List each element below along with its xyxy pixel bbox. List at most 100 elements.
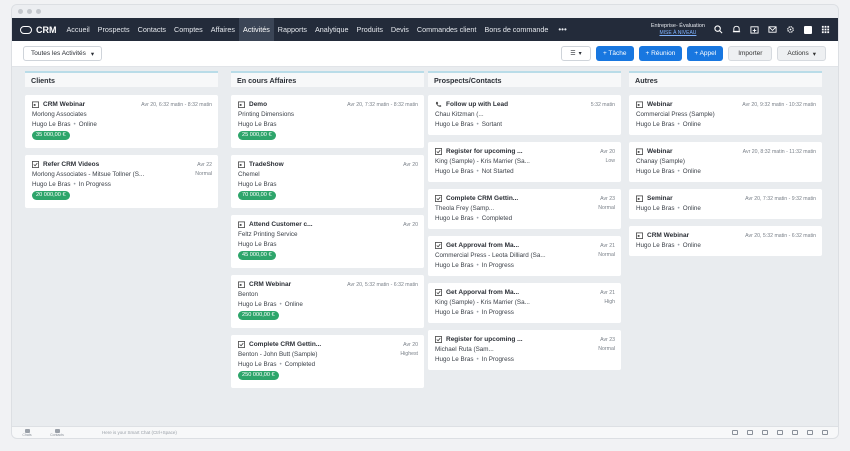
sort-filter-button[interactable]: ☰ ▾ (560, 46, 591, 61)
activity-card[interactable]: Seminar Avr 20, 7:32 matin - 9:32 matin Hu… (629, 189, 822, 219)
nav-tab-commandes-client[interactable]: Commandes client (413, 18, 481, 41)
view-selector[interactable]: Toutes les Activités ▾ (23, 46, 103, 61)
nav-tab-accueil[interactable]: Accueil (63, 18, 94, 41)
nav-tab-comptes[interactable]: Comptes (170, 18, 207, 41)
activity-card[interactable]: Webinar Avr 20, 9:32 matin - 10:32 matin C… (629, 95, 822, 135)
activity-card[interactable]: Get Approval from Ma... Avr 21 Commercial … (428, 236, 621, 276)
card-related[interactable]: King (Sample) - Kris Marrier (Sa... (435, 299, 530, 306)
nav-tab-affaires[interactable]: Affaires (207, 18, 239, 41)
app-window: CRM Accueil Prospects Contacts Comptes Affai… (11, 4, 839, 439)
card-related[interactable]: Printing Dimensions (238, 111, 294, 118)
view-selector-label: Toutes les Activités (31, 50, 86, 57)
gear-icon[interactable] (786, 25, 795, 34)
task-icon (435, 242, 442, 249)
card-related[interactable]: Benton - John Butt (Sample) (238, 351, 317, 358)
card-related[interactable]: Benton (238, 291, 258, 298)
mail-icon[interactable] (768, 25, 777, 34)
card-related[interactable]: King (Sample) - Kris Marrier (Sa... (435, 158, 530, 165)
activity-card[interactable]: Follow up with Lead 5:32 matin Chau Kitzma… (428, 95, 621, 135)
nav-tab-rapports[interactable]: Rapports (274, 18, 311, 41)
nav-tab-contacts[interactable]: Contacts (134, 18, 170, 41)
nav-more-button[interactable]: ••• (552, 25, 572, 34)
card-priority: Normal (598, 346, 615, 352)
event-icon (238, 161, 245, 168)
card-related[interactable]: Chanay (Sample) (636, 158, 685, 165)
column-header: Autres (629, 71, 822, 87)
contacts-button[interactable]: Contacts (42, 428, 72, 437)
card-title: Seminar (647, 195, 673, 202)
activity-card[interactable]: CRM Webinar Avr 20, 5:32 matin - 6:32 mat… (231, 275, 424, 328)
card-status: In Progress (481, 355, 514, 363)
flag-icon[interactable] (762, 430, 768, 435)
activity-card[interactable]: Complete CRM Gettin... Avr 20 Benton - Joh… (231, 335, 424, 388)
window-dot[interactable] (36, 9, 41, 14)
smart-chat-input[interactable]: Here is your Smart Chat (Ctrl+Space) (102, 430, 177, 435)
card-related[interactable]: Theola Frey (Samp... (435, 205, 494, 212)
history-icon[interactable] (807, 430, 813, 435)
card-related[interactable]: Commercial Press (Sample) (636, 111, 715, 118)
card-related[interactable]: Morlong Associates - Mitsue Tollner (S..… (32, 171, 144, 178)
separator-dot: • (677, 120, 680, 128)
apps-grid-icon[interactable] (821, 25, 830, 34)
separator-dot: • (476, 214, 479, 222)
card-date: Avr 21 (600, 289, 615, 296)
add-call-button[interactable]: + Appel (687, 46, 724, 61)
actions-label: Actions (787, 50, 809, 57)
card-owner: Hugo Le Bras (636, 167, 675, 175)
card-related[interactable]: Chemel (238, 171, 260, 178)
card-related[interactable]: Chau Kitzman (... (435, 111, 484, 118)
activity-card[interactable]: Register for upcoming ... Avr 23 Michael R… (428, 330, 621, 370)
separator-dot: • (476, 308, 479, 316)
card-date: Avr 20, 6:32 matin - 8:32 matin (141, 101, 212, 108)
card-related[interactable]: Michael Ruta (Sam... (435, 346, 494, 353)
app-logo[interactable]: CRM (12, 18, 63, 41)
nav-tab-bons-de-commande[interactable]: Bons de commande (480, 18, 552, 41)
board-column: En cours Affaires Demo Avr 20, 7:32 matin … (231, 71, 424, 431)
calendar-add-icon[interactable] (750, 25, 759, 34)
window-dot[interactable] (27, 9, 32, 14)
card-related[interactable]: Feltz Printing Service (238, 231, 298, 238)
actions-button[interactable]: Actions ▾ (777, 46, 826, 61)
card-owner: Hugo Le Bras (435, 261, 474, 269)
card-status: Completed (481, 214, 513, 222)
card-owner: Hugo Le Bras (636, 204, 675, 212)
activity-card[interactable]: TradeShow Avr 20 Chemel Hugo Le Bras 70 000,… (231, 155, 424, 208)
avatar[interactable] (804, 25, 812, 34)
activity-card[interactable]: Complete CRM Gettin... Avr 23 Theola Frey … (428, 189, 621, 229)
nav-tab-analytique[interactable]: Analytique (311, 18, 353, 41)
column-header: Clients (25, 71, 218, 87)
help-icon[interactable] (822, 430, 828, 435)
activity-card[interactable]: Webinar Avr 20, 8:32 matin - 11:32 matin C… (629, 142, 822, 182)
nav-tab-prospects[interactable]: Prospects (94, 18, 134, 41)
game-icon[interactable] (732, 430, 738, 435)
add-meeting-button[interactable]: + Réunion (638, 46, 683, 61)
card-related[interactable]: Commercial Press - Leota Dilliard (Sa... (435, 252, 546, 259)
card-title: Refer CRM Videos (43, 161, 100, 168)
search-icon[interactable] (714, 25, 723, 34)
bell-icon[interactable] (732, 25, 741, 34)
window-dot[interactable] (18, 9, 23, 14)
card-date: Avr 20 (403, 341, 418, 348)
activity-card[interactable]: Register for upcoming ... Avr 20 King (Sam… (428, 142, 621, 182)
contacts-label: Contacts (50, 432, 64, 437)
activity-card[interactable]: Attend Customer c... Avr 20 Feltz Printing… (231, 215, 424, 268)
activity-card[interactable]: CRM Webinar Avr 20, 6:32 matin - 8:32 mat… (25, 95, 218, 148)
upgrade-link[interactable]: MISE À NIVEAU (651, 30, 705, 37)
activity-card[interactable]: Refer CRM Videos Avr 22 Morlong Associates… (25, 155, 218, 208)
card-related[interactable]: Morlong Associates (32, 111, 87, 118)
event-icon (636, 232, 643, 239)
chats-button[interactable]: Chats (12, 428, 42, 437)
refresh-icon[interactable] (747, 430, 753, 435)
activity-card[interactable]: Demo Avr 20, 7:32 matin - 8:32 matin Print… (231, 95, 424, 148)
activity-card[interactable]: Get Apporval from Ma... Avr 21 King (Sampl… (428, 283, 621, 323)
activity-card[interactable]: CRM Webinar Avr 20, 5:32 matin - 6:32 mat… (629, 226, 822, 256)
nav-tab-activit-s[interactable]: Activités (239, 18, 274, 41)
nav-tab-produits[interactable]: Produits (353, 18, 387, 41)
add-task-button[interactable]: + Tâche (595, 46, 634, 61)
card-status: Online (284, 300, 303, 308)
feed-icon[interactable] (777, 430, 783, 435)
trial-badge[interactable]: Entreprise- Évaluation MISE À NIVEAU (651, 23, 705, 37)
import-button[interactable]: Importer (728, 46, 773, 61)
nav-tab-devis[interactable]: Devis (387, 18, 413, 41)
alarm-icon[interactable] (792, 430, 798, 435)
